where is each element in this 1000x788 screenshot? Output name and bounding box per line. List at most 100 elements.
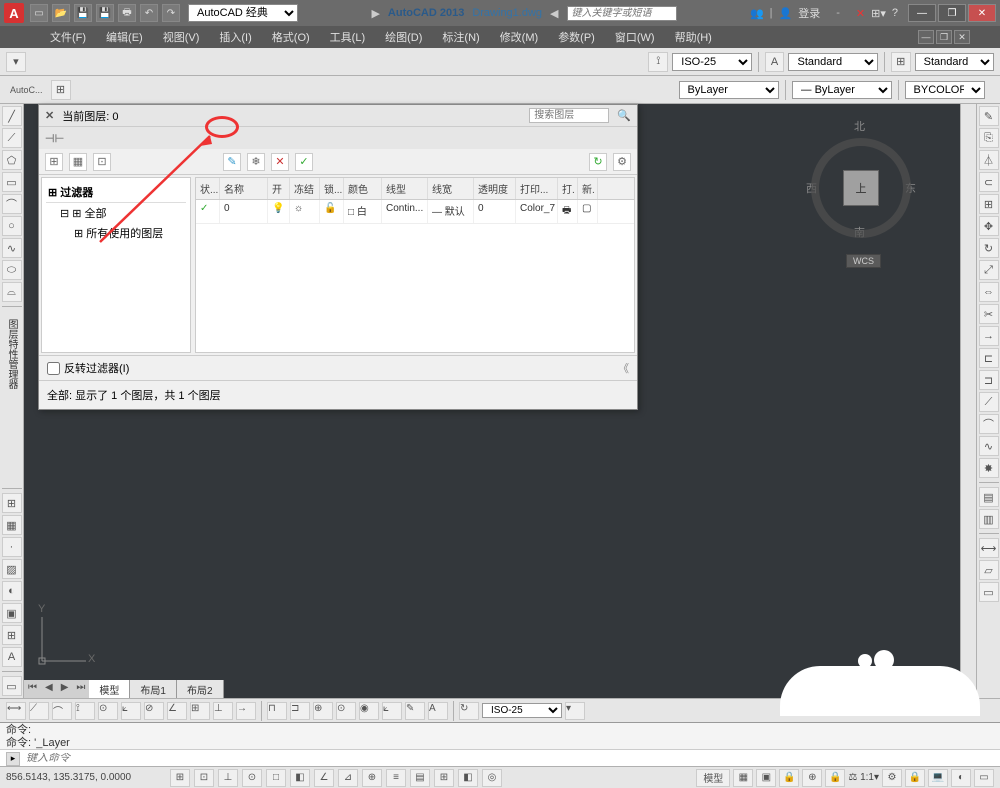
polygon-tool[interactable]: ⬠ — [2, 150, 22, 170]
cell-transparency[interactable]: 0 — [474, 200, 516, 223]
settings-icon[interactable]: ⚙ — [613, 153, 631, 171]
undo-icon[interactable]: ↶ — [140, 4, 158, 22]
dim-quick-icon[interactable]: ⊞ — [190, 702, 210, 720]
trim-tool[interactable]: ✂ — [979, 304, 999, 324]
close-button[interactable]: ✕ — [968, 4, 996, 22]
doc-maximize-button[interactable]: ❐ — [936, 30, 952, 44]
filter-tree[interactable]: ⊞ 过滤器 ⊟ ⊞ 全部 ⊞ 所有使用的图层 — [41, 177, 191, 353]
infocenter-icon[interactable]: 👥 — [750, 7, 764, 20]
rectangle-tool[interactable]: ▭ — [2, 172, 22, 192]
delete-layer-button[interactable]: ✕ — [271, 153, 289, 171]
col-plot[interactable]: 打印... — [516, 178, 558, 199]
dim-style-select[interactable]: ISO-25 — [482, 703, 562, 718]
tablestyle-icon[interactable]: ⊞ — [891, 52, 911, 72]
insert-block-tool[interactable]: ⊞ — [2, 493, 22, 513]
explode-tool[interactable]: ✸ — [979, 458, 999, 478]
set-current-layer-button[interactable]: ✓ — [295, 153, 313, 171]
help-menu-icon[interactable]: ⊞▾ — [871, 7, 886, 20]
dimstyle-select[interactable]: ISO-25 — [672, 53, 751, 71]
osnap-button[interactable]: □ — [266, 769, 286, 787]
dim-baseline-icon[interactable]: ⊥ — [213, 702, 233, 720]
tab-nav-prev-icon[interactable]: ◀ — [41, 680, 57, 698]
dim-break-icon[interactable]: ⊐ — [290, 702, 310, 720]
viewcube-wcs-label[interactable]: WCS — [846, 254, 881, 268]
layer-panel-pin-icon[interactable]: ⊣⊢ — [45, 132, 64, 145]
menu-modify[interactable]: 修改(M) — [490, 26, 549, 48]
col-linetype[interactable]: 线型 — [382, 178, 428, 199]
help-icon[interactable]: ? — [892, 7, 898, 19]
tab-layout2[interactable]: 布局2 — [177, 680, 224, 698]
invert-filter-checkbox[interactable] — [47, 362, 60, 375]
center-mark-icon[interactable]: ⊙ — [336, 702, 356, 720]
dimstyle-icon[interactable]: ⟟ — [648, 52, 668, 72]
offset-tool[interactable]: ⊂ — [979, 172, 999, 192]
redo-icon[interactable]: ↷ — [162, 4, 180, 22]
layer-search-input[interactable] — [529, 108, 609, 123]
blend-tool[interactable]: ∿ — [979, 436, 999, 456]
cell-on-icon[interactable]: 💡 — [268, 200, 290, 223]
dim-textedit-icon[interactable]: A — [428, 702, 448, 720]
command-prompt-icon[interactable]: ▸ — [6, 752, 20, 766]
draworder-tool[interactable]: ▤ — [979, 487, 999, 507]
model-space-button[interactable]: 模型 — [696, 769, 730, 787]
tab-nav-last-icon[interactable]: ⏭ — [72, 680, 89, 698]
dim-ordinate-icon[interactable]: ⟟ — [75, 702, 95, 720]
cell-plotstyle[interactable]: Color_7 — [516, 200, 558, 223]
lwt-button[interactable]: ≡ — [386, 769, 406, 787]
dim-update-icon[interactable]: ↻ — [459, 702, 479, 720]
tab-model[interactable]: 模型 — [89, 680, 130, 698]
save-icon[interactable]: 💾 — [74, 4, 92, 22]
dim-aligned-icon[interactable]: ⟋ — [29, 702, 49, 720]
col-new[interactable]: 新. — [578, 178, 598, 199]
make-block-tool[interactable]: ▦ — [2, 515, 22, 535]
workspace-switch-icon[interactable]: ⚙ — [882, 769, 902, 787]
ortho-button[interactable]: ⊥ — [218, 769, 238, 787]
layer-states-icon[interactable]: ⊡ — [93, 153, 111, 171]
doc-close-button[interactable]: ✕ — [954, 30, 970, 44]
region-tool[interactable]: ▣ — [2, 603, 22, 623]
collapse-icon[interactable]: 《 — [618, 360, 629, 376]
annotation-scale-label[interactable]: ⚖ 1:1▾ — [848, 772, 879, 783]
col-transparency[interactable]: 透明度 — [474, 178, 516, 199]
jogged-linear-icon[interactable]: ⟀ — [382, 702, 402, 720]
col-color[interactable]: 颜色 — [344, 178, 382, 199]
tolerance-icon[interactable]: ⊕ — [313, 702, 333, 720]
menu-help[interactable]: 帮助(H) — [665, 26, 722, 48]
dim-radius-icon[interactable]: ⊙ — [98, 702, 118, 720]
inspect-icon[interactable]: ◉ — [359, 702, 379, 720]
dim-style-ctrl-icon[interactable]: ▾ — [565, 702, 585, 720]
gradient-tool[interactable]: ◐ — [2, 581, 22, 601]
ducs-button[interactable]: ⊿ — [338, 769, 358, 787]
tab-nav-next-icon[interactable]: ▶ — [57, 680, 73, 698]
menu-format[interactable]: 格式(O) — [262, 26, 320, 48]
menu-dimension[interactable]: 标注(N) — [432, 26, 489, 48]
autoscale-icon[interactable]: 🔒 — [825, 769, 845, 787]
workspace-select[interactable]: AutoCAD 经典 — [188, 4, 298, 22]
viewcube-face-top[interactable]: 上 — [843, 170, 879, 206]
command-input[interactable] — [26, 753, 994, 765]
text-tool[interactable]: A — [2, 647, 22, 667]
cell-lineweight[interactable]: — 默认 — [428, 200, 474, 223]
array-tool[interactable]: ⊞ — [979, 194, 999, 214]
ellipse-tool[interactable]: ⬭ — [2, 260, 22, 280]
filter-new-icon[interactable]: ⊞ — [45, 153, 63, 171]
layer-panel-close-icon[interactable]: ✕ — [45, 109, 54, 122]
scale-tool[interactable]: ⤢ — [979, 260, 999, 280]
menu-tools[interactable]: 工具(L) — [320, 26, 375, 48]
menu-window[interactable]: 窗口(W) — [605, 26, 665, 48]
color-select[interactable]: ByLayer — [679, 81, 779, 99]
layer-grid[interactable]: 状... 名称 开 冻结 锁... 颜色 线型 线宽 透明度 打印... 打. … — [195, 177, 635, 353]
annotation-vis-icon[interactable]: ⊕ — [802, 769, 822, 787]
break-tool[interactable]: ⊏ — [979, 348, 999, 368]
menu-draw[interactable]: 绘图(D) — [375, 26, 432, 48]
col-lineweight[interactable]: 线宽 — [428, 178, 474, 199]
hardware-accel-icon[interactable]: 💻 — [928, 769, 948, 787]
join-tool[interactable]: ⊐ — [979, 370, 999, 390]
tpy-button[interactable]: ▤ — [410, 769, 430, 787]
new-icon[interactable]: ▭ — [30, 4, 48, 22]
dim-arc-icon[interactable]: ⌒ — [52, 702, 72, 720]
quickview-layouts-icon[interactable]: ▦ — [733, 769, 753, 787]
tablestyle-select[interactable]: Standard — [915, 53, 994, 71]
cell-linetype[interactable]: Contin... — [382, 200, 428, 223]
ellipse-arc-tool[interactable]: ⌓ — [2, 282, 22, 302]
